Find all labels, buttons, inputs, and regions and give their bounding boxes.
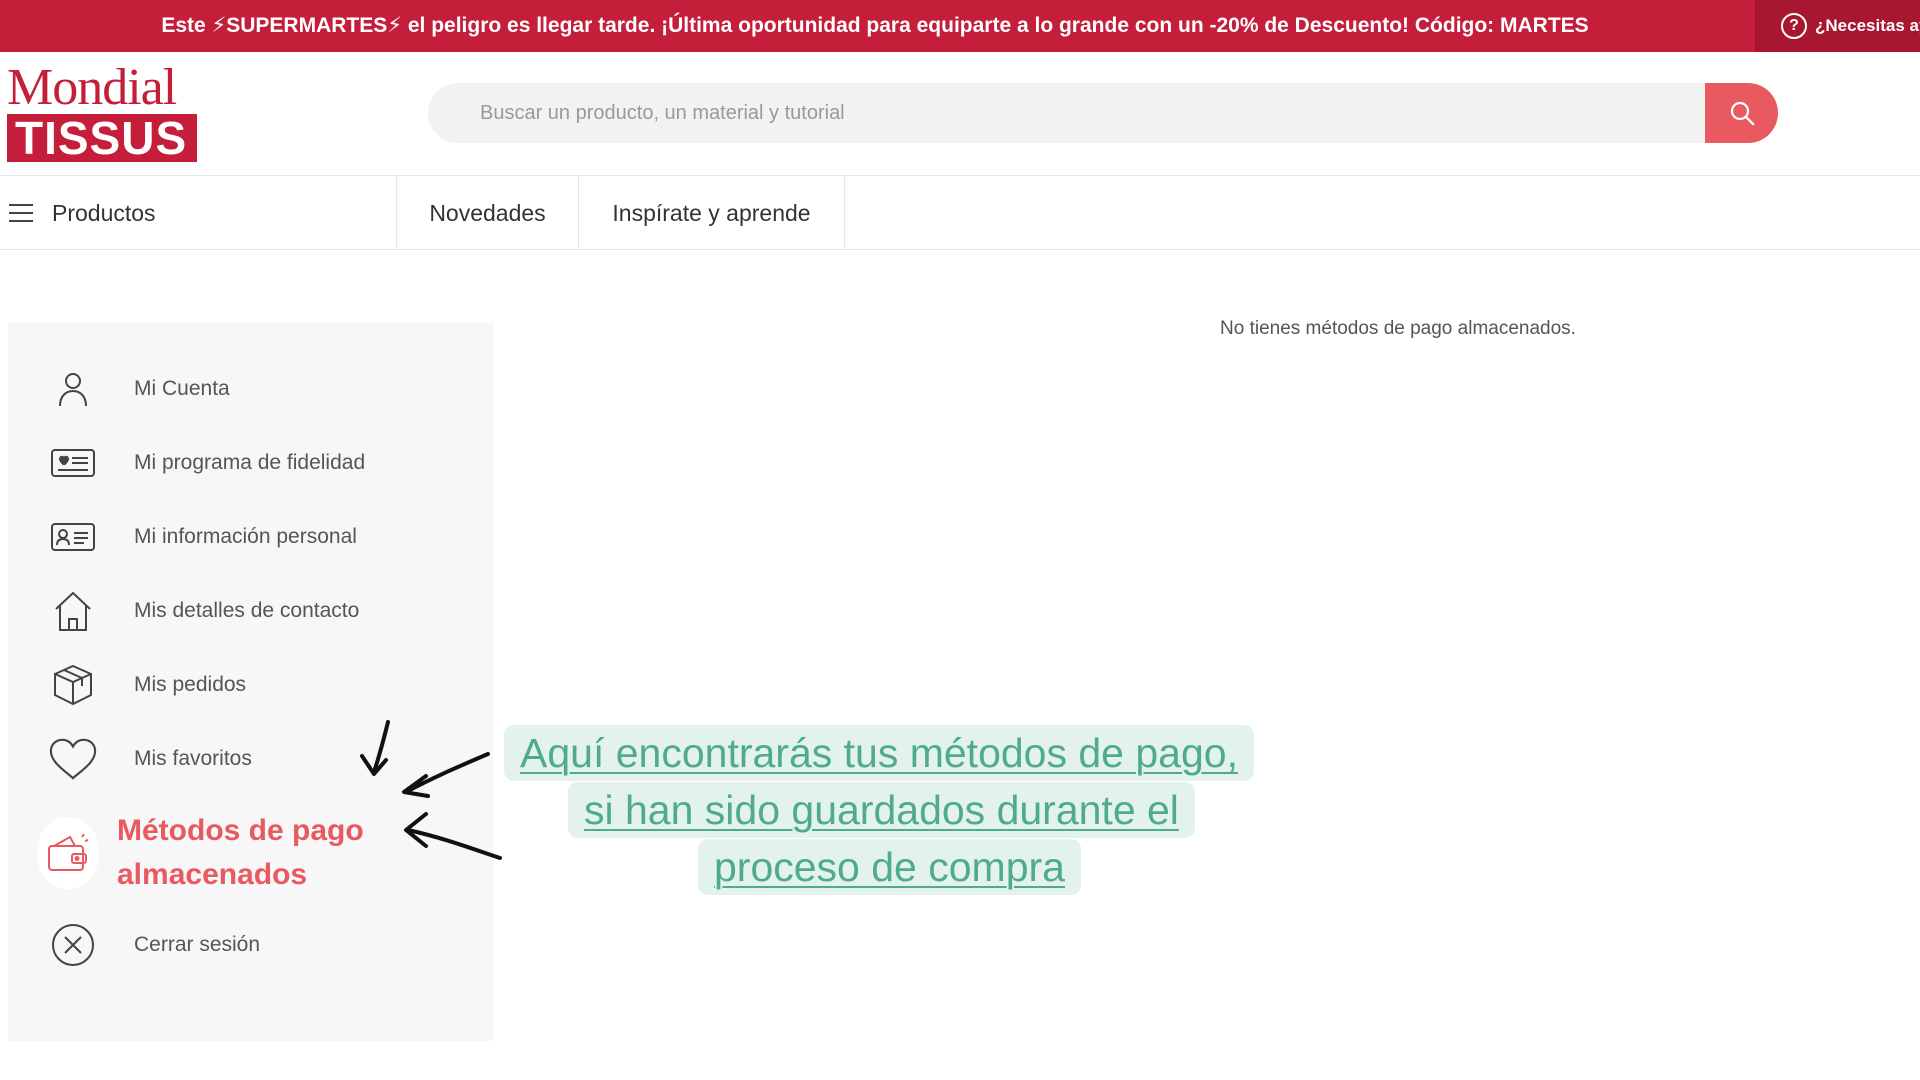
- sidebar-item-mi-cuenta[interactable]: Mi Cuenta: [8, 359, 493, 419]
- arrow-left-upper-icon: [402, 752, 490, 798]
- sidebar-item-label: Mis pedidos: [134, 673, 247, 696]
- nav-tab-label: Inspírate y aprende: [612, 199, 811, 226]
- package-icon: [48, 660, 98, 710]
- id-card-icon: [48, 512, 98, 562]
- empty-payment-methods-message: No tienes métodos de pago almacenados.: [1220, 318, 1576, 339]
- sidebar-item-label: Mis favoritos: [134, 747, 252, 770]
- sidebar-item-detalles-contacto[interactable]: Mis detalles de contacto: [8, 581, 493, 641]
- sidebar-item-pedidos[interactable]: Mis pedidos: [8, 655, 493, 715]
- sidebar-item-label: Mi información personal: [134, 525, 357, 548]
- account-sidebar: Mi Cuenta Mi programa de fidelidad Mi in…: [8, 323, 493, 1041]
- logo-line1: Mondial: [7, 59, 177, 116]
- sidebar-item-fidelidad[interactable]: Mi programa de fidelidad: [8, 433, 493, 493]
- home-icon: [48, 586, 98, 636]
- nav-products-label: Productos: [52, 199, 156, 226]
- logo-line2: TISSUS: [7, 114, 197, 162]
- search-icon: [1730, 101, 1754, 126]
- help-link[interactable]: ? ¿Necesitas ay: [1755, 0, 1920, 52]
- loyalty-card-icon: [48, 438, 98, 488]
- help-icon: ?: [1781, 13, 1807, 39]
- user-icon: [48, 364, 98, 414]
- callout-line1: Aquí encontrarás tus métodos de pago,: [504, 725, 1254, 781]
- promo-text: Este ⚡SUPERMARTES⚡ el peligro es llegar …: [161, 14, 1589, 37]
- sidebar-item-informacion-personal[interactable]: Mi información personal: [8, 507, 493, 567]
- main-nav: Productos Novedades Inspírate y aprende: [0, 175, 1920, 250]
- search-button[interactable]: [1705, 83, 1778, 143]
- nav-tab-novedades[interactable]: Novedades: [397, 176, 579, 250]
- sidebar-item-label: Cerrar sesión: [134, 933, 261, 956]
- heart-icon: [48, 734, 98, 784]
- site-logo[interactable]: Mondial TISSUS: [7, 59, 202, 162]
- sidebar-item-label: Mis detalles de contacto: [134, 599, 360, 622]
- sidebar-item-cerrar-sesion[interactable]: Cerrar sesión: [8, 915, 493, 975]
- arrow-down-icon: [360, 720, 390, 776]
- sidebar-item-label: Mi Cuenta: [134, 377, 230, 400]
- callout-line2: si han sido guardados durante el: [568, 782, 1195, 838]
- payment-methods-callout: Aquí encontrarás tus métodos de pago, si…: [480, 722, 1330, 912]
- wallet-icon: [38, 817, 98, 889]
- nav-tab-label: Novedades: [429, 199, 546, 226]
- hamburger-menu-icon: [9, 204, 33, 222]
- nav-tab-inspirate[interactable]: Inspírate y aprende: [579, 176, 845, 250]
- callout-line3: proceso de compra: [698, 839, 1081, 895]
- logout-icon: [48, 920, 98, 970]
- search-input[interactable]: [428, 83, 1708, 143]
- nav-products-menu[interactable]: Productos: [0, 176, 397, 250]
- promo-banner: Este ⚡SUPERMARTES⚡ el peligro es llegar …: [0, 0, 1920, 52]
- help-label: ¿Necesitas ay: [1815, 16, 1920, 35]
- sidebar-item-label: Mi programa de fidelidad: [134, 451, 366, 474]
- search-bar: [428, 83, 1778, 143]
